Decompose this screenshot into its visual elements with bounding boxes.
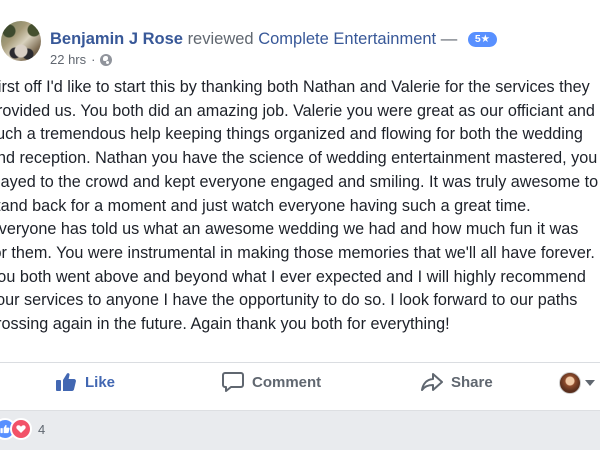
- like-button[interactable]: Like: [55, 370, 115, 394]
- viewer-avatar: [559, 372, 581, 394]
- reaction-count: 4: [38, 421, 46, 437]
- comment-label: Comment: [252, 373, 322, 391]
- post-title-line: Benjamin J Rose reviewed Complete Entert…: [50, 29, 498, 49]
- author-avatar[interactable]: [1, 21, 41, 61]
- post-meta: 22 hrs ·: [50, 52, 113, 68]
- review-post-card: Benjamin J Rose reviewed Complete Entert…: [0, 0, 600, 411]
- globe-icon[interactable]: [100, 54, 113, 66]
- share-icon: [421, 373, 443, 391]
- rating-badge: 5★: [467, 32, 498, 47]
- review-body-text: First off I'd like to start this by than…: [0, 78, 599, 334]
- comment-button[interactable]: Comment: [222, 370, 321, 394]
- share-label: Share: [451, 373, 493, 391]
- meta-separator: ·: [91, 52, 96, 67]
- comment-icon: [222, 372, 244, 392]
- post-header: Benjamin J Rose reviewed Complete Entert…: [0, 0, 600, 80]
- page-name-link[interactable]: Complete Entertainment: [258, 30, 436, 48]
- author-name-link[interactable]: Benjamin J Rose: [50, 30, 183, 48]
- post-timestamp[interactable]: 22 hrs: [50, 52, 86, 68]
- review-verb: reviewed: [187, 30, 254, 48]
- reactions-summary[interactable]: 4: [0, 418, 45, 440]
- love-reaction-icon: [10, 418, 32, 440]
- title-dash: —: [440, 30, 458, 48]
- share-button[interactable]: Share: [421, 370, 493, 394]
- post-actions-bar: Like Comment Share: [0, 362, 600, 401]
- avatar-photo: [1, 21, 41, 61]
- like-label: Like: [85, 373, 116, 391]
- thumbs-up-icon: [56, 373, 76, 391]
- post-as-selector[interactable]: [559, 372, 595, 394]
- caret-down-icon: [585, 380, 595, 386]
